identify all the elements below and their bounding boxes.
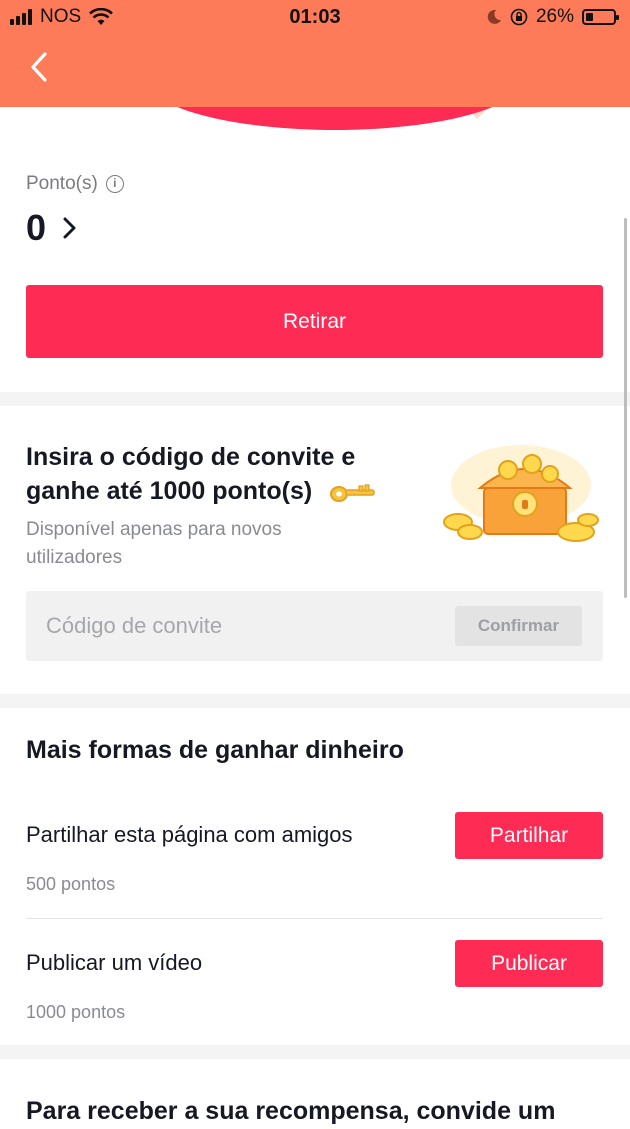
- reward-title: Para receber a sua recompensa, convide u…: [26, 1097, 556, 1125]
- invite-title: Insira o código de convite e ganhe até 1…: [26, 443, 356, 505]
- task-publish: Publicar um vídeo 1000 pontos Publicar: [26, 940, 603, 1060]
- battery-level: [586, 13, 593, 21]
- moon-icon: [487, 9, 501, 24]
- invite-card: Insira o código de convite e ganhe até 1…: [0, 406, 630, 694]
- share-button[interactable]: Partilhar: [455, 812, 603, 859]
- confirm-button[interactable]: Confirmar: [455, 606, 582, 646]
- publish-button[interactable]: Publicar: [455, 940, 603, 987]
- divider: [26, 918, 603, 919]
- withdraw-button[interactable]: Retirar: [26, 285, 603, 358]
- task-share: Partilhar esta página com amigos 500 pon…: [26, 812, 603, 932]
- earn-card: Mais formas de ganhar dinheiro Partilhar…: [0, 708, 630, 1045]
- task-name: Publicar um vídeo: [26, 950, 203, 975]
- key-icon: [330, 484, 375, 503]
- points-value: 0: [26, 207, 47, 248]
- points-label-row: Ponto(s) i: [26, 173, 124, 195]
- points-balance[interactable]: 0: [26, 207, 78, 249]
- chevron-left-icon: [31, 52, 47, 82]
- status-bar: NOS 01:03 26%: [0, 0, 630, 34]
- top-bar: NOS 01:03 26%: [0, 0, 630, 107]
- task-points: 1000 pontos: [26, 1002, 126, 1022]
- invite-title-block: Insira o código de convite e ganhe até 1…: [26, 440, 416, 508]
- invite-code-input[interactable]: [46, 591, 426, 661]
- points-card: Ponto(s) i 0 Retirar: [0, 107, 630, 392]
- task-points: 500 pontos: [26, 874, 116, 894]
- battery-icon: [582, 9, 619, 25]
- invite-subtitle: Disponível apenas para novos utilizadore…: [26, 519, 282, 568]
- task-name: Partilhar esta página com amigos: [26, 822, 353, 847]
- chevron-right-icon: [63, 217, 76, 239]
- back-button[interactable]: [26, 50, 56, 84]
- treasure-chest-icon: [443, 445, 599, 542]
- section-title: Mais formas de ganhar dinheiro: [26, 736, 404, 764]
- orientation-lock-icon: [510, 8, 528, 26]
- reward-card: Para receber a sua recompensa, convide u…: [0, 1059, 630, 1129]
- invite-code-field: Confirmar: [26, 591, 603, 661]
- battery-percent: 26%: [535, 6, 574, 27]
- scrollbar[interactable]: [624, 218, 627, 598]
- info-icon[interactable]: i: [105, 175, 124, 193]
- points-label: Ponto(s): [26, 173, 98, 194]
